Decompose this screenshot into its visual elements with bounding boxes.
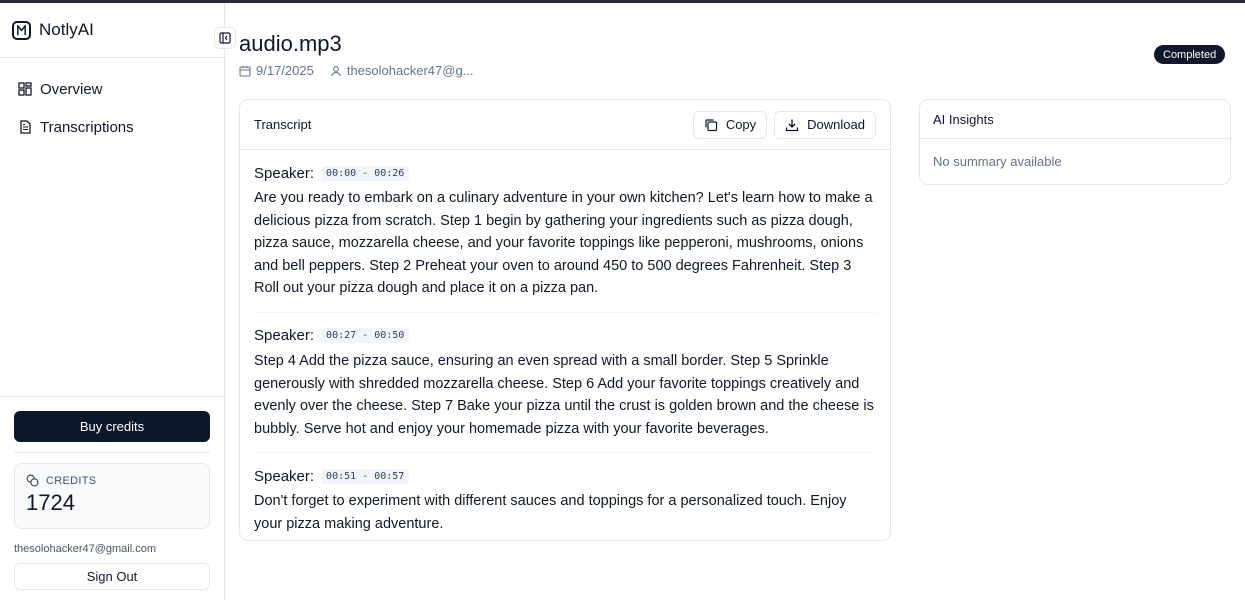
- transcript-segment: Speaker: 00:27 - 00:50 Step 4 Add the pi…: [254, 313, 876, 454]
- timestamp-badge: 00:27 - 00:50: [321, 328, 410, 344]
- transcript-segments: Speaker: 00:00 - 00:26 Are you ready to …: [240, 150, 890, 548]
- segment-text: Don't forget to experiment with differen…: [254, 493, 847, 532]
- divider: [14, 452, 210, 453]
- sign-out-button[interactable]: Sign Out: [14, 563, 210, 590]
- file-meta: 9/17/2025 thesolohacker47@g...: [239, 63, 490, 78]
- sidebar-item-overview[interactable]: Overview: [0, 70, 224, 108]
- segment-header: Speaker: 00:51 - 00:57: [254, 465, 876, 487]
- speaker-label: Speaker:: [254, 467, 315, 485]
- ai-insights-card: AI Insights No summary available: [919, 99, 1231, 185]
- file-title: audio.mp3: [239, 31, 342, 56]
- speaker-label: Speaker:: [254, 164, 315, 182]
- file-user-text: thesolohacker47@g...: [346, 63, 474, 78]
- segment-header: Speaker: 00:00 - 00:26: [254, 162, 876, 184]
- credits-label-row: CREDITS: [26, 474, 198, 487]
- timestamp-badge: 00:00 - 00:26: [321, 165, 410, 181]
- credits-card: CREDITS 1724: [14, 463, 210, 529]
- file-date-text: 9/17/2025: [256, 63, 314, 78]
- calendar-icon: [239, 65, 251, 77]
- credits-label: CREDITS: [46, 474, 97, 487]
- transcript-segment: Speaker: 00:00 - 00:26 Are you ready to …: [254, 150, 876, 313]
- segment-text: Are you ready to embark on a culinary ad…: [254, 190, 873, 297]
- sidebar-footer: Buy credits CREDITS 1724 thesolohacker47…: [0, 396, 224, 590]
- dashboard-icon: [18, 82, 32, 96]
- sidebar: NotlyAI Overview Transcriptions Buy cred…: [0, 3, 225, 600]
- download-button[interactable]: Download: [774, 110, 876, 139]
- coins-icon: [26, 474, 39, 487]
- transcript-header: Transcript Copy Download: [240, 100, 890, 150]
- copy-button[interactable]: Copy: [692, 110, 768, 139]
- sidebar-nav: Overview Transcriptions: [0, 58, 224, 146]
- brand: NotlyAI: [0, 3, 224, 58]
- file-date: 9/17/2025: [239, 63, 314, 78]
- timestamp-badge: 00:51 - 00:57: [321, 468, 410, 484]
- download-icon: [786, 119, 799, 131]
- transcript-actions: Copy Download: [686, 110, 876, 139]
- copy-label: Copy: [725, 117, 757, 132]
- panel-left-icon: [219, 32, 231, 44]
- file-text-icon: [20, 120, 31, 134]
- transcript-card: Transcript Copy Download Speaker: 00:00 …: [239, 99, 891, 541]
- app-name: NotlyAI: [39, 20, 94, 39]
- ai-insights-title: AI Insights: [920, 100, 1230, 139]
- ai-insights-empty-text: No summary available: [933, 154, 1062, 169]
- copy-icon: [705, 118, 717, 131]
- sidebar-item-label: Overview: [40, 80, 103, 98]
- transcript-segment: Speaker: 00:51 - 00:57 Don't forget to e…: [254, 453, 876, 547]
- speaker-label: Speaker:: [254, 327, 315, 345]
- notly-logo-icon: [12, 20, 31, 40]
- sidebar-item-transcriptions[interactable]: Transcriptions: [0, 108, 224, 146]
- credits-value: 1724: [26, 490, 75, 515]
- segment-text: Step 4 Add the pizza sauce, ensuring an …: [254, 352, 874, 437]
- sidebar-toggle-button[interactable]: [214, 27, 236, 49]
- segment-header: Speaker: 00:27 - 00:50: [254, 325, 876, 347]
- download-label: Download: [807, 117, 865, 132]
- sidebar-item-label: Transcriptions: [40, 118, 134, 136]
- status-badge: Completed: [1154, 45, 1226, 64]
- user-email: thesolohacker47@gmail.com: [14, 543, 157, 555]
- buy-credits-button[interactable]: Buy credits: [14, 411, 210, 442]
- file-user: thesolohacker47@g...: [330, 63, 474, 78]
- user-icon: [331, 65, 341, 76]
- transcript-title: Transcript: [254, 117, 312, 132]
